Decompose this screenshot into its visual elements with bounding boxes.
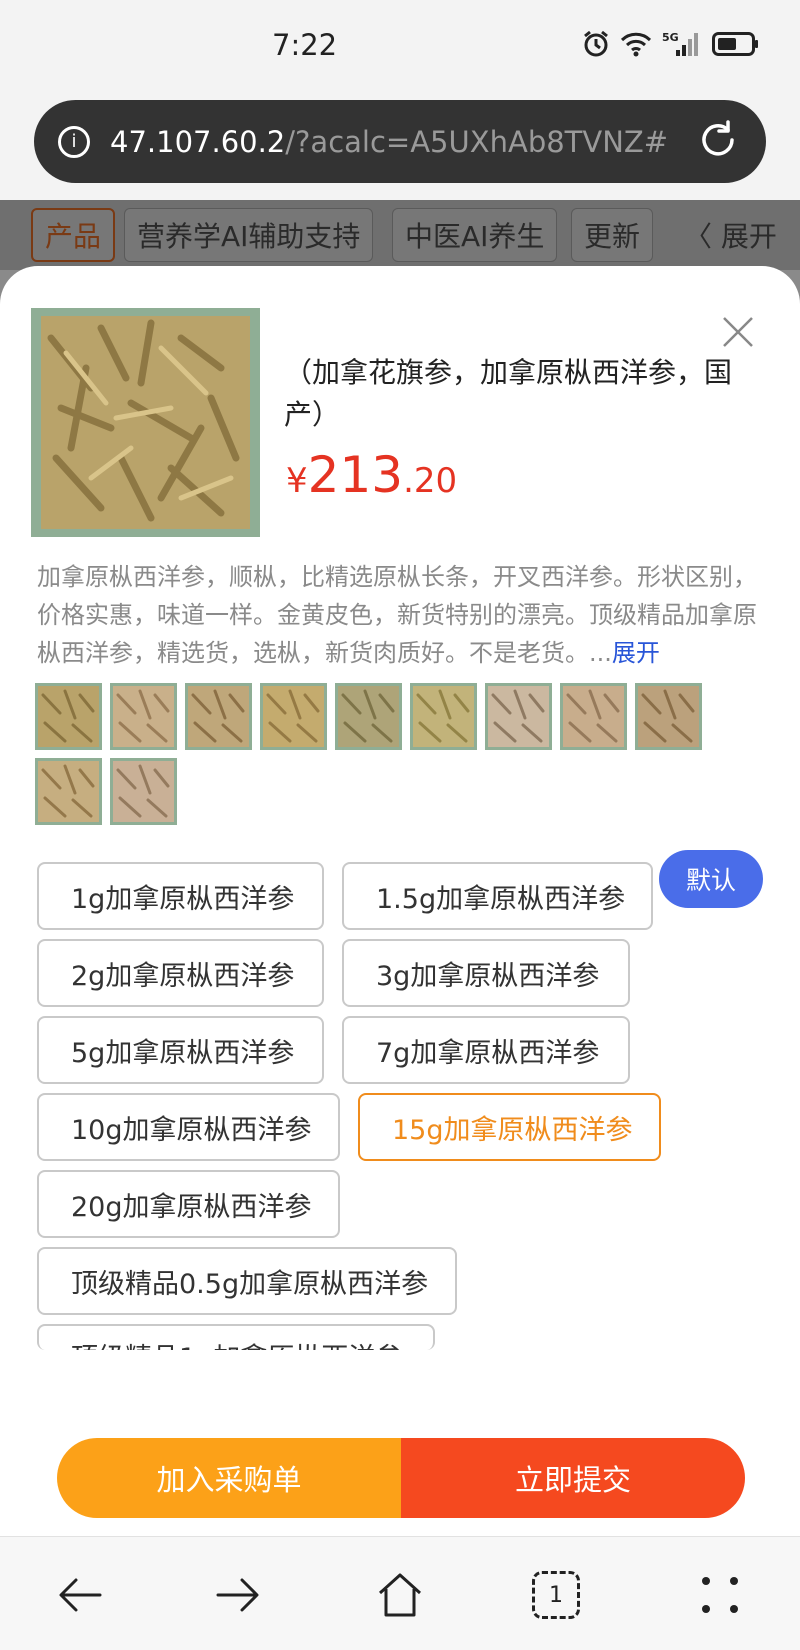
product-title: （加拿花旗参，加拿原枞西洋参，国产） — [284, 356, 733, 431]
tab-products[interactable]: 产品 — [31, 208, 116, 262]
url-path: /?acalc=A5UXhAb8TVNZ# — [285, 124, 669, 159]
cellular-signal-icon: 5G — [662, 30, 702, 62]
gallery-image[interactable] — [110, 758, 177, 825]
status-time: 7:22 — [272, 28, 338, 62]
expand-description-link[interactable]: 展开 — [612, 639, 660, 667]
gallery-image[interactable] — [35, 683, 102, 750]
variant-option[interactable]: 1g加拿原枞西洋参 — [37, 862, 324, 930]
reload-icon[interactable] — [696, 118, 740, 162]
variant-option[interactable]: 2g加拿原枞西洋参 — [37, 939, 324, 1007]
variant-option[interactable]: 15g加拿原枞西洋参 — [358, 1093, 661, 1161]
url-host: 47.107.60.2 — [110, 124, 286, 159]
gallery-image[interactable] — [335, 683, 402, 750]
submit-button[interactable]: 立即提交 — [401, 1438, 745, 1518]
price-decimal: .20 — [403, 461, 458, 501]
tab-updates[interactable]: 更新 — [571, 208, 654, 262]
browser-nav-bar: 1 — [0, 1536, 800, 1650]
gallery-image[interactable] — [185, 683, 252, 750]
tabs-button[interactable]: 1 — [532, 1571, 580, 1619]
variant-option[interactable]: 3g加拿原枞西洋参 — [342, 939, 630, 1007]
tab-count: 1 — [549, 1582, 563, 1608]
variant-option[interactable]: 顶级精品0.5g加拿原枞西洋参 — [37, 1247, 457, 1315]
gallery-image[interactable] — [485, 683, 552, 750]
wifi-icon — [620, 31, 652, 61]
product-price: ¥213.20 — [286, 446, 457, 504]
image-gallery — [35, 683, 735, 825]
status-icons: 5G — [582, 30, 760, 62]
gallery-image[interactable] — [260, 683, 327, 750]
back-icon[interactable] — [52, 1567, 108, 1623]
variant-option[interactable]: 5g加拿原枞西洋参 — [37, 1016, 324, 1084]
variant-option[interactable]: 20g加拿原枞西洋参 — [37, 1170, 340, 1238]
action-bar: 加入采购单 立即提交 — [0, 1424, 800, 1536]
svg-text:5G: 5G — [662, 31, 679, 44]
forward-icon[interactable] — [210, 1567, 266, 1623]
gallery-image[interactable] — [410, 683, 477, 750]
price-currency: ¥ — [286, 461, 308, 501]
gallery-image[interactable] — [635, 683, 702, 750]
tab-nutrition-ai[interactable]: 营养学AI辅助支持 — [124, 208, 374, 262]
add-to-cart-button[interactable]: 加入采购单 — [57, 1438, 401, 1518]
tab-expand[interactable]: 〈 展开 — [672, 208, 789, 262]
variant-option[interactable]: 顶级精品1g加拿原枞西洋参 — [37, 1324, 435, 1350]
home-icon[interactable] — [372, 1567, 428, 1623]
address-bar-container: i 47.107.60.2 /?acalc=A5UXhAb8TVNZ# — [0, 90, 800, 200]
variant-option[interactable]: 1.5g加拿原枞西洋参 — [342, 862, 653, 930]
status-bar: 7:22 5G — [0, 0, 800, 90]
battery-icon — [712, 31, 760, 61]
more-menu-icon[interactable] — [692, 1567, 748, 1623]
variant-option[interactable]: 10g加拿原枞西洋参 — [37, 1093, 340, 1161]
gallery-image[interactable] — [35, 758, 102, 825]
category-tabs: 产品 营养学AI辅助支持 中医AI养生 更新 〈 展开 — [0, 200, 800, 270]
tab-tcm-ai[interactable]: 中医AI养生 — [392, 208, 558, 262]
variant-option[interactable]: 7g加拿原枞西洋参 — [342, 1016, 630, 1084]
product-image[interactable] — [31, 308, 260, 537]
info-icon[interactable]: i — [58, 125, 90, 158]
alarm-icon — [582, 30, 610, 62]
close-icon[interactable] — [718, 312, 758, 352]
address-bar[interactable]: i 47.107.60.2 /?acalc=A5UXhAb8TVNZ# — [34, 100, 766, 183]
gallery-image[interactable] — [110, 683, 177, 750]
product-description: 加拿原枞西洋参，顺枞，比精选原枞长条，开叉西洋参。形状区别，价格实惠，味道一样。… — [37, 558, 767, 672]
default-button[interactable]: 默认 — [659, 850, 763, 908]
price-integer: 213 — [307, 446, 404, 504]
gallery-image[interactable] — [560, 683, 627, 750]
